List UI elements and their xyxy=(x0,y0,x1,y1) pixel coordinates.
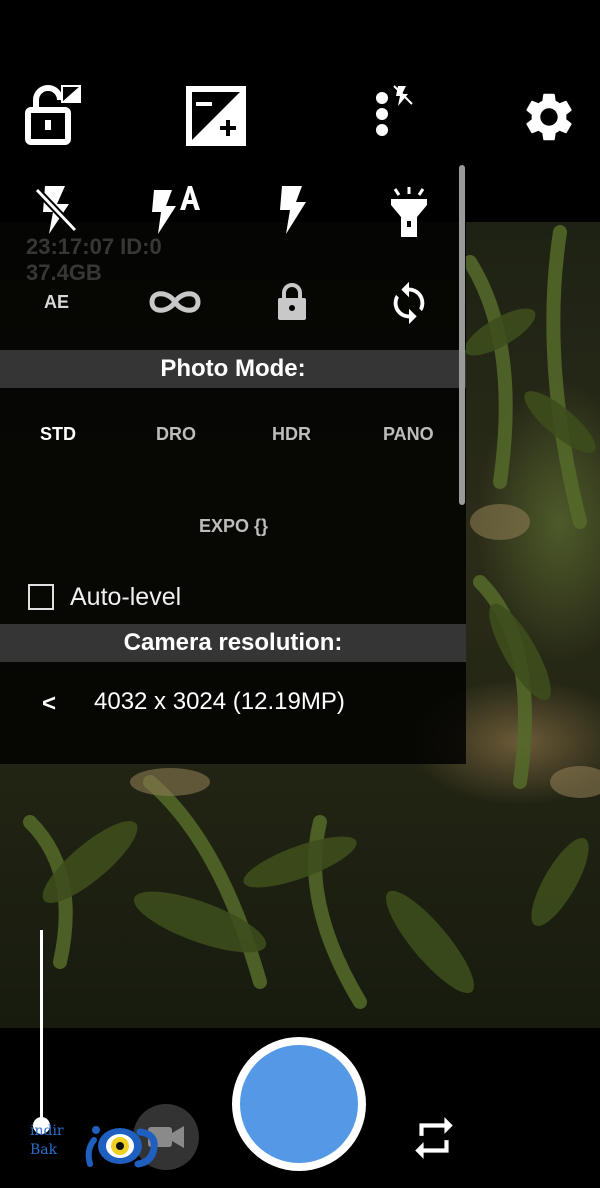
overlay-free-storage: 37.4GB xyxy=(26,260,102,285)
watermark-line1: indir xyxy=(30,1123,64,1139)
overlay-info-text: 23:17:07 ID:0 37.4GB xyxy=(26,234,162,286)
mode-std[interactable]: STD xyxy=(40,424,76,445)
mode-pano[interactable]: PANO xyxy=(383,424,434,445)
exposure-plus-icon[interactable] xyxy=(186,86,246,146)
watermark-logo xyxy=(85,1126,158,1168)
more-options-flash-off-icon[interactable] xyxy=(368,82,416,142)
lock-rotation-icon[interactable] xyxy=(22,82,84,148)
lock-icon[interactable] xyxy=(272,280,312,324)
photo-mode-header: Photo Mode: xyxy=(0,350,466,388)
resolution-prev-button[interactable]: < xyxy=(42,690,56,718)
mode-hdr[interactable]: HDR xyxy=(272,424,311,445)
auto-level-checkbox[interactable] xyxy=(28,584,54,610)
shutter-button[interactable] xyxy=(232,1037,366,1171)
flash-off-icon[interactable] xyxy=(28,182,84,238)
switch-camera-icon[interactable] xyxy=(404,1108,464,1168)
mode-expo[interactable]: EXPO {} xyxy=(199,516,268,537)
shutter-inner xyxy=(240,1045,358,1163)
mode-dro[interactable]: DRO xyxy=(156,424,196,445)
auto-level-label: Auto-level xyxy=(70,583,182,611)
refresh-cycle-icon[interactable] xyxy=(384,278,434,328)
resolution-value: 4032 x 3024 (12.19MP) xyxy=(94,688,345,715)
watermark-line2: Bak xyxy=(30,1142,58,1158)
popup-scrollbar[interactable] xyxy=(459,165,465,505)
flash-on-icon[interactable] xyxy=(270,182,314,238)
ae-button[interactable]: AE xyxy=(44,292,69,313)
overlay-time-id: 23:17:07 ID:0 xyxy=(26,234,162,259)
zoom-slider-track[interactable] xyxy=(40,930,43,1126)
watermark-text: indir Bak xyxy=(30,1122,64,1160)
settings-gear-icon[interactable] xyxy=(518,86,580,148)
infinity-focus-icon[interactable] xyxy=(142,282,208,322)
torch-icon[interactable] xyxy=(384,184,434,240)
camera-resolution-header: Camera resolution: xyxy=(0,624,466,662)
flash-auto-icon[interactable] xyxy=(146,182,206,238)
